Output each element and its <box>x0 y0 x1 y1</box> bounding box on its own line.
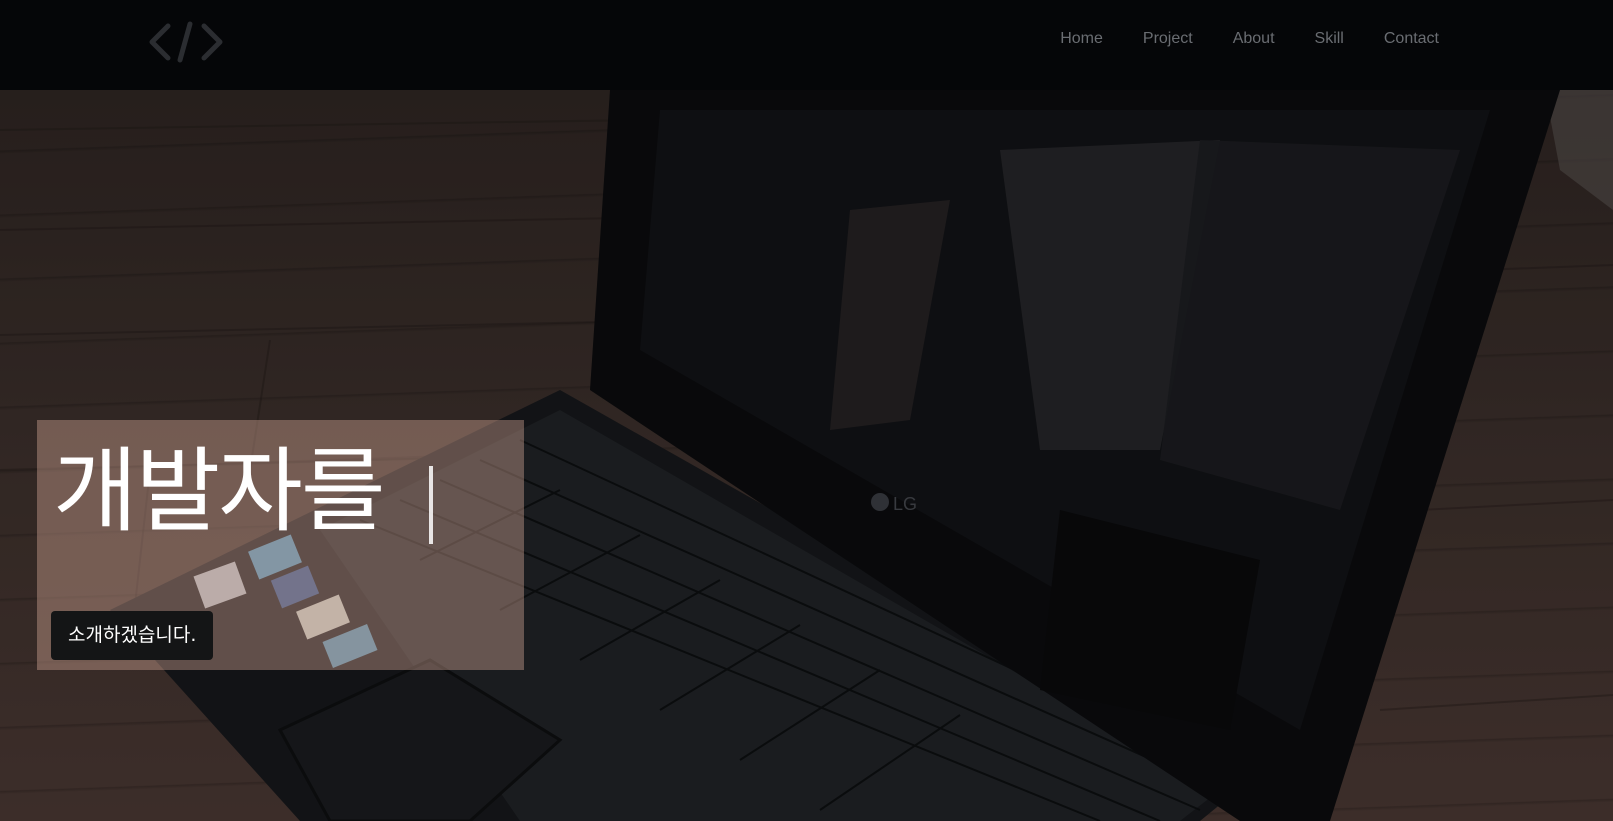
nav-item-skill: Skill <box>1315 28 1344 48</box>
nav-link-project[interactable]: Project <box>1143 30 1193 47</box>
nav-link-skill[interactable]: Skill <box>1315 30 1344 47</box>
nav-item-project: Project <box>1143 28 1193 48</box>
page: Home Project About Skill Contact LG 개발자를… <box>0 0 1613 821</box>
nav-link-about[interactable]: About <box>1233 30 1275 47</box>
typing-cursor <box>429 466 433 544</box>
nav-item-contact: Contact <box>1384 28 1439 48</box>
headline-panel: 개발자를 소개하겠습니다. <box>37 420 524 670</box>
code-brackets-icon[interactable] <box>148 20 224 64</box>
hero-section: LG 개발자를 소개하겠습니다. <box>0 90 1613 821</box>
nav-menu: Home Project About Skill Contact <box>1020 28 1439 48</box>
hero-headline: 개발자를 <box>53 438 386 545</box>
nav-link-home[interactable]: Home <box>1060 30 1103 47</box>
nav-link-contact[interactable]: Contact <box>1384 30 1439 47</box>
hero-subtitle: 소개하겠습니다. <box>51 611 214 660</box>
navbar: Home Project About Skill Contact <box>0 0 1613 90</box>
nav-item-about: About <box>1233 28 1275 48</box>
nav-item-home: Home <box>1060 28 1103 48</box>
